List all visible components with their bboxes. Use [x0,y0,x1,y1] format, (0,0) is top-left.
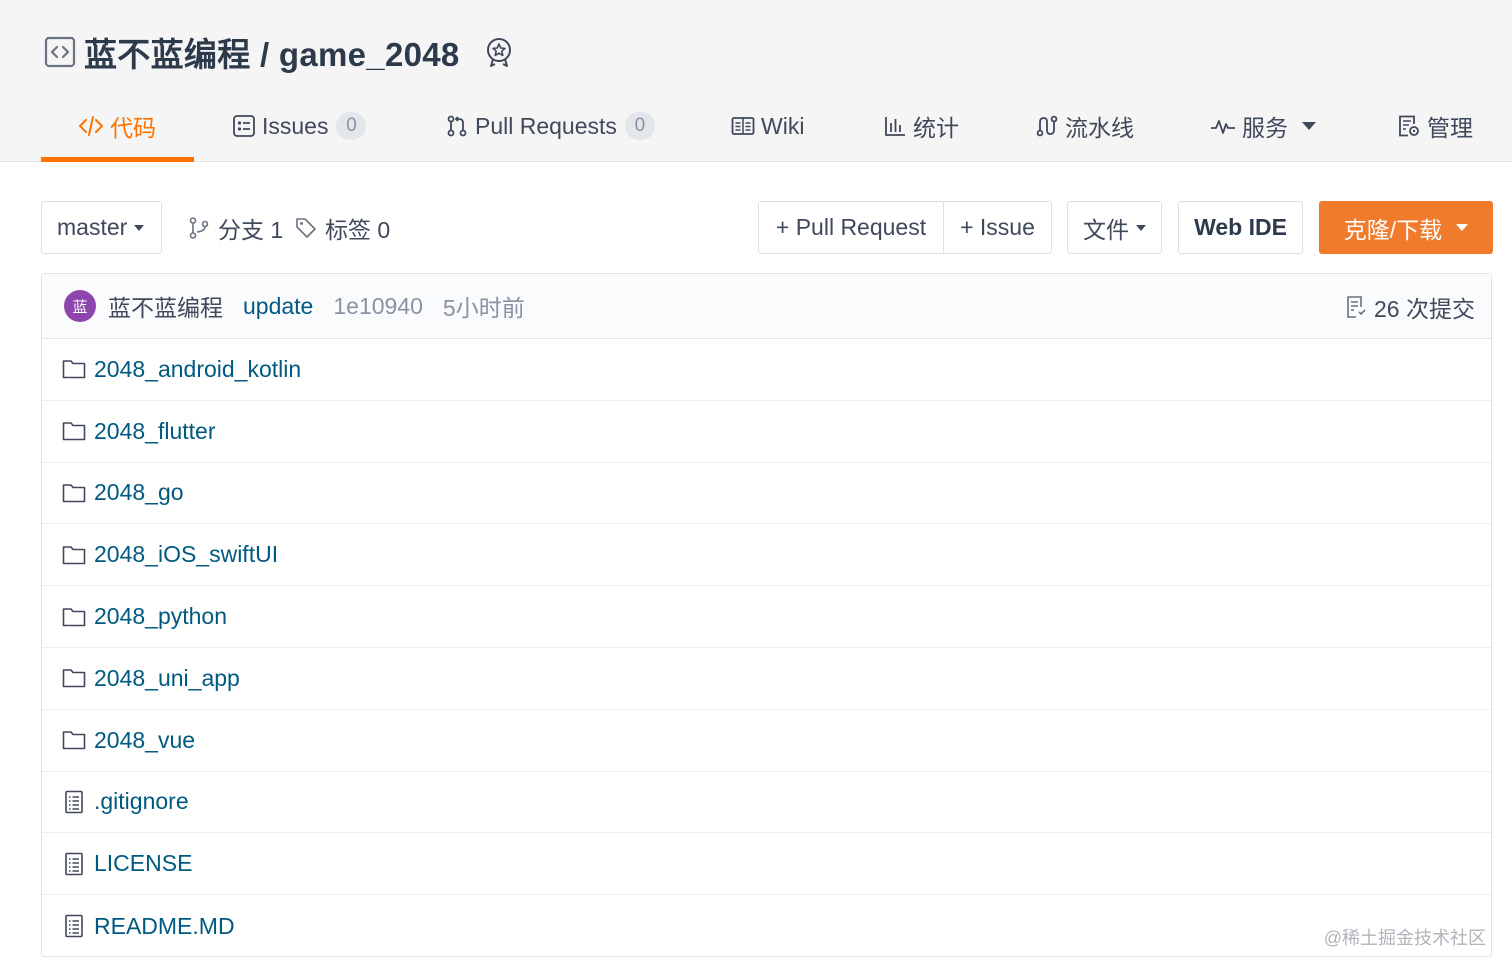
file-name[interactable]: LICENSE [94,850,192,877]
folder-icon [62,419,86,443]
file-icon [62,914,86,938]
tab-stats[interactable]: 统计 [883,106,959,146]
tab-issues-label: Issues [262,112,329,139]
tab-wiki-label: Wiki [761,112,805,139]
latest-commit-bar: 蓝 蓝不蓝编程 update 1e10940 5小时前 26 次提交 [42,274,1491,339]
pull-requests-count-badge: 0 [624,112,655,140]
commit-count-link[interactable]: 26 次提交 [1346,274,1475,339]
folder-icon [62,357,86,381]
file-name[interactable]: README.MD [94,913,235,940]
folder-icon [62,666,86,690]
commit-message[interactable]: update [243,293,313,320]
service-icon [1210,114,1236,138]
new-issue-label: + Issue [960,214,1035,240]
tab-issues[interactable]: Issues 0 [232,106,367,146]
file-name[interactable]: 2048_uni_app [94,665,240,692]
file-row[interactable]: 2048_iOS_swiftUI [42,524,1491,587]
file-name[interactable]: 2048_go [94,479,184,506]
tab-manage[interactable]: 管理 [1397,106,1473,146]
pull-request-icon [445,114,469,138]
tab-service-label: 服务 [1242,115,1288,141]
pipeline-icon [1035,114,1059,138]
repository-icon [44,36,76,68]
recommend-badge-icon[interactable] [482,35,516,69]
folder-icon [62,543,86,567]
file-name[interactable]: 2048_iOS_swiftUI [94,541,278,568]
file-row[interactable]: README.MD [42,895,1491,957]
clone-download-button[interactable]: 克隆/下载 [1319,201,1493,254]
repo-title[interactable]: 蓝不蓝编程 / game_2048 [84,28,460,76]
folder-icon [62,481,86,505]
branch-select[interactable]: master [41,201,162,254]
commits-icon [1346,295,1366,319]
repo-name[interactable]: game_2048 [279,36,460,73]
branch-select-value: master [57,214,128,240]
file-row[interactable]: LICENSE [42,833,1491,896]
manage-icon [1397,114,1421,138]
wiki-icon [731,114,755,138]
file-row[interactable]: 2048_python [42,586,1491,648]
issues-count-badge: 0 [336,112,367,140]
file-name[interactable]: 2048_android_kotlin [94,356,301,383]
file-row[interactable]: 2048_android_kotlin [42,339,1491,401]
tab-manage-label: 管理 [1427,115,1473,141]
web-ide-button[interactable]: Web IDE [1178,201,1303,254]
folder-icon [62,605,86,629]
commit-author[interactable]: 蓝不蓝编程 [108,289,223,323]
code-icon [78,114,104,138]
tags-label: 标签 0 [325,217,391,243]
issues-icon [232,114,256,138]
tag-icon [295,217,317,239]
file-icon [62,790,86,814]
tab-pipeline[interactable]: 流水线 [1035,106,1134,146]
branches-link[interactable]: 分支 1 [188,211,283,245]
new-pull-request-label: + Pull Request [775,214,927,240]
file-menu-label: 文件 [1083,216,1129,243]
repo-header: 蓝不蓝编程 / game_2048 代码 Issues 0 Pull Reque… [0,0,1512,162]
stats-icon [883,114,907,138]
web-ide-label: Web IDE [1194,214,1287,240]
tab-code-label: 代码 [110,115,156,141]
avatar[interactable]: 蓝 [64,290,96,322]
file-name[interactable]: 2048_flutter [94,418,215,445]
new-pull-request-button[interactable]: + Pull Request [758,201,944,254]
tags-link[interactable]: 标签 0 [295,211,390,245]
commit-count-label: 26 次提交 [1374,295,1475,322]
commit-sha[interactable]: 1e10940 [333,293,423,320]
chevron-down-icon [1136,224,1146,231]
repo-separator: / [250,36,279,73]
commit-time: 5小时前 [442,295,525,321]
chevron-down-icon [1456,224,1469,231]
file-row[interactable]: .gitignore [42,772,1491,834]
chevron-down-icon [1302,122,1316,130]
branches-label: 分支 1 [218,217,284,243]
tab-pull-requests-label: Pull Requests [475,112,617,139]
file-row[interactable]: 2048_flutter [42,401,1491,463]
file-name[interactable]: .gitignore [94,788,189,815]
clone-download-label: 克隆/下载 [1343,216,1443,243]
file-name[interactable]: 2048_python [94,603,227,630]
file-icon [62,852,86,876]
tab-pipeline-label: 流水线 [1065,115,1134,141]
tab-wiki[interactable]: Wiki [731,106,804,146]
new-issue-button[interactable]: + Issue [943,201,1052,254]
tab-service[interactable]: 服务 [1210,106,1316,146]
file-row[interactable]: 2048_vue [42,710,1491,772]
file-row[interactable]: 2048_go [42,463,1491,525]
file-row[interactable]: 2048_uni_app [42,648,1491,710]
file-list: 蓝 蓝不蓝编程 update 1e10940 5小时前 26 次提交 2048_… [41,273,1492,957]
chevron-down-icon [134,224,145,231]
branch-icon [188,216,210,240]
tab-code[interactable]: 代码 [78,106,156,146]
file-name[interactable]: 2048_vue [94,727,195,754]
folder-icon [62,728,86,752]
tab-stats-label: 统计 [913,115,959,141]
tab-pull-requests[interactable]: Pull Requests 0 [445,106,655,146]
repo-title-row: 蓝不蓝编程 / game_2048 [44,30,516,74]
file-menu-button[interactable]: 文件 [1067,201,1162,254]
repo-owner[interactable]: 蓝不蓝编程 [84,36,251,73]
active-tab-indicator [41,157,194,162]
watermark: @稀土掘金技术社区 [1323,928,1486,948]
